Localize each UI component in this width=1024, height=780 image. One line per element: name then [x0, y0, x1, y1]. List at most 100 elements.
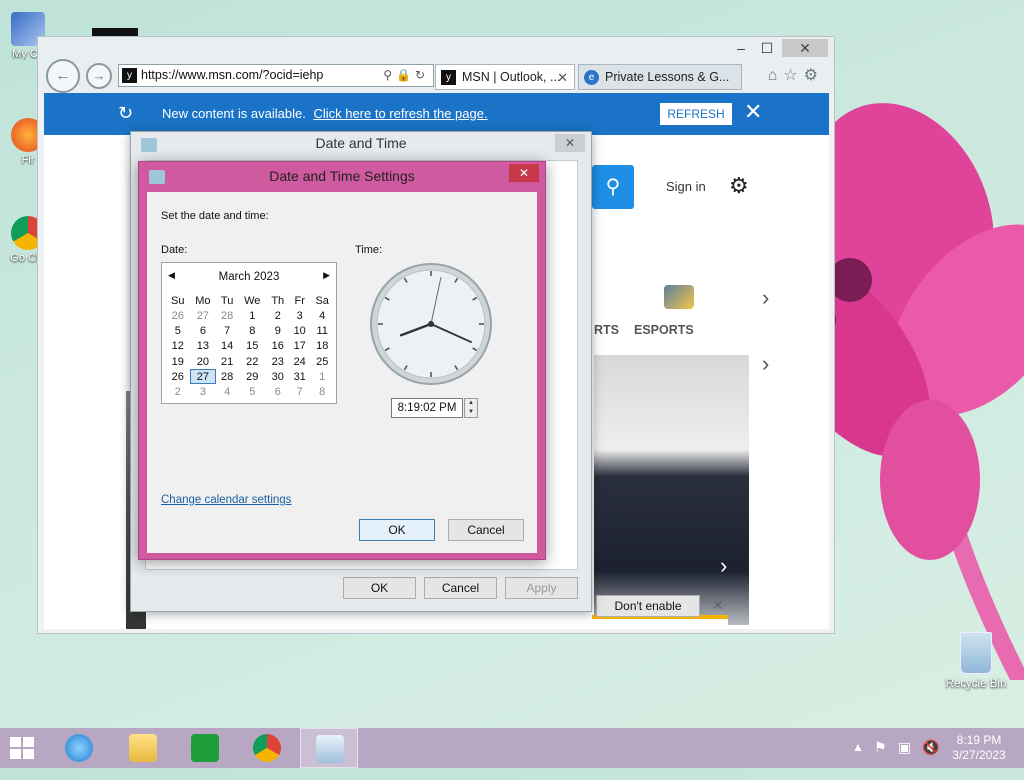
- calendar-day[interactable]: 2: [267, 308, 289, 323]
- calendar-day[interactable]: 18: [310, 339, 334, 354]
- calendar-day[interactable]: 26: [166, 369, 190, 384]
- back-button[interactable]: ←: [46, 59, 80, 93]
- calendar-day[interactable]: 12: [166, 339, 190, 354]
- calendar-day[interactable]: 17: [289, 339, 310, 354]
- calendar-day[interactable]: 10: [289, 323, 310, 338]
- calendar-day[interactable]: 30: [267, 369, 289, 384]
- calendar-day[interactable]: 13: [190, 339, 217, 354]
- volume-muted-icon[interactable]: 🔇: [922, 739, 939, 779]
- tab-close-icon[interactable]: ✕: [557, 65, 568, 89]
- forward-button[interactable]: →: [86, 63, 112, 89]
- tab-private-lessons[interactable]: e Private Lessons & G...: [578, 64, 742, 90]
- calendar-day[interactable]: 20: [190, 354, 217, 369]
- maximize-button[interactable]: ☐: [754, 39, 780, 57]
- nav-item-esports[interactable]: ESPORTS: [634, 323, 694, 337]
- calendar-day[interactable]: 31: [289, 369, 310, 384]
- chevron-right-icon[interactable]: ›: [762, 285, 769, 311]
- calendar-day[interactable]: 28: [216, 369, 238, 384]
- calendar-day[interactable]: 9: [267, 323, 289, 338]
- calendar-day[interactable]: 23: [267, 354, 289, 369]
- favorites-star-icon[interactable]: ☆: [783, 67, 803, 84]
- next-month-icon[interactable]: ▶: [323, 270, 330, 281]
- calendar-day[interactable]: 15: [238, 339, 267, 354]
- calendar-day[interactable]: 8: [310, 384, 334, 399]
- desktop-icon-recycle-bin[interactable]: Recycle Bin: [944, 632, 1008, 690]
- network-icon[interactable]: ▣: [898, 739, 911, 779]
- calendar-day-selected[interactable]: 27: [189, 369, 217, 385]
- taskbar-ie[interactable]: [50, 728, 108, 768]
- minimize-button[interactable]: –: [728, 39, 754, 57]
- calendar-day[interactable]: 4: [310, 308, 334, 323]
- home-icon[interactable]: ⌂: [768, 67, 784, 84]
- start-button[interactable]: [10, 737, 36, 759]
- change-calendar-settings-link[interactable]: Change calendar settings: [161, 494, 291, 506]
- taskbar-file-explorer[interactable]: [114, 728, 172, 768]
- address-bar[interactable]: y https://www.msn.com/?ocid=iehp ⚲🔒↻: [118, 64, 434, 87]
- calendar-day[interactable]: 11: [310, 323, 334, 338]
- ok-button[interactable]: OK: [343, 577, 416, 599]
- cancel-button[interactable]: Cancel: [448, 519, 524, 541]
- sign-in-link[interactable]: Sign in: [666, 179, 706, 194]
- spinner-up-icon[interactable]: ▲: [465, 399, 477, 408]
- search-icon[interactable]: ⚲: [383, 68, 396, 82]
- news-photo[interactable]: [594, 355, 749, 625]
- calendar-day[interactable]: 28: [216, 308, 238, 323]
- action-center-flag-icon[interactable]: ⚑: [874, 739, 887, 779]
- close-button[interactable]: ✕: [509, 164, 539, 182]
- refresh-icon[interactable]: ↻: [415, 68, 429, 82]
- dont-enable-button[interactable]: Don't enable: [596, 595, 700, 617]
- weekday-header: Sa: [315, 294, 329, 307]
- nav-item-partial[interactable]: RTS: [594, 323, 619, 337]
- time-input[interactable]: 8:19:02 PM: [391, 398, 463, 418]
- gear-icon[interactable]: ⚙: [804, 67, 824, 84]
- calendar-day[interactable]: 19: [166, 354, 190, 369]
- close-icon[interactable]: ✕: [744, 99, 762, 125]
- calendar-day[interactable]: 16: [267, 339, 289, 354]
- calendar-day[interactable]: 5: [166, 323, 190, 338]
- tab-msn[interactable]: y MSN | Outlook, ... ✕: [435, 64, 575, 90]
- calendar-day[interactable]: 7: [289, 384, 310, 399]
- taskbar-date-time[interactable]: [300, 728, 358, 768]
- search-button[interactable]: ⚲: [592, 165, 634, 209]
- calendar-day[interactable]: 5: [238, 384, 267, 399]
- apply-button[interactable]: Apply: [505, 577, 578, 599]
- chevron-right-icon[interactable]: ›: [762, 351, 769, 377]
- calendar-day[interactable]: 6: [190, 323, 217, 338]
- calendar-day[interactable]: 6: [267, 384, 289, 399]
- cancel-button[interactable]: Cancel: [424, 577, 497, 599]
- calendar-day[interactable]: 8: [238, 323, 267, 338]
- calendar-day[interactable]: 1: [310, 369, 334, 384]
- calendar-day[interactable]: 22: [238, 354, 267, 369]
- lock-icon[interactable]: 🔒: [396, 68, 415, 82]
- close-button[interactable]: ✕: [555, 134, 585, 152]
- calendar-day[interactable]: 27: [190, 308, 217, 323]
- calendar-day[interactable]: 3: [190, 384, 217, 399]
- calendar-grid: Su Mo Tu We Th Fr Sa 26 27 28 1 2 3 4 5 6 7 8 9 10 11 12 13 14…: [166, 293, 334, 400]
- settings-gear-icon[interactable]: ⚙: [729, 173, 749, 199]
- calendar-day[interactable]: 1: [238, 308, 267, 323]
- ok-button[interactable]: OK: [359, 519, 435, 541]
- calendar-day[interactable]: 26: [166, 308, 190, 323]
- refresh-page-link[interactable]: Click here to refresh the page.: [313, 106, 487, 121]
- close-button[interactable]: ✕: [782, 39, 828, 57]
- calendar-day[interactable]: 21: [216, 354, 238, 369]
- calendar-day[interactable]: 24: [289, 354, 310, 369]
- calendar-day[interactable]: 3: [289, 308, 310, 323]
- taskbar-clock[interactable]: 8:19 PM 3/27/2023: [944, 733, 1014, 763]
- taskbar-chrome[interactable]: [238, 728, 296, 768]
- time-spinner[interactable]: ▲ ▼: [464, 398, 478, 418]
- close-icon[interactable]: ✕: [712, 597, 724, 614]
- calendar-day[interactable]: 7: [216, 323, 238, 338]
- spinner-down-icon[interactable]: ▼: [465, 408, 477, 417]
- calendar-clock-icon: [316, 735, 344, 763]
- taskbar-store[interactable]: [176, 728, 234, 768]
- calendar-day[interactable]: 29: [238, 369, 267, 384]
- calendar-day[interactable]: 25: [310, 354, 334, 369]
- calendar-day[interactable]: 4: [216, 384, 238, 399]
- calendar-day[interactable]: 14: [216, 339, 238, 354]
- show-hidden-icons[interactable]: ▲: [852, 740, 864, 780]
- calendar-day[interactable]: 2: [166, 384, 190, 399]
- refresh-button[interactable]: REFRESH: [660, 103, 732, 125]
- carousel-next-icon[interactable]: ›: [720, 553, 727, 579]
- calendar-month[interactable]: March 2023: [162, 271, 336, 283]
